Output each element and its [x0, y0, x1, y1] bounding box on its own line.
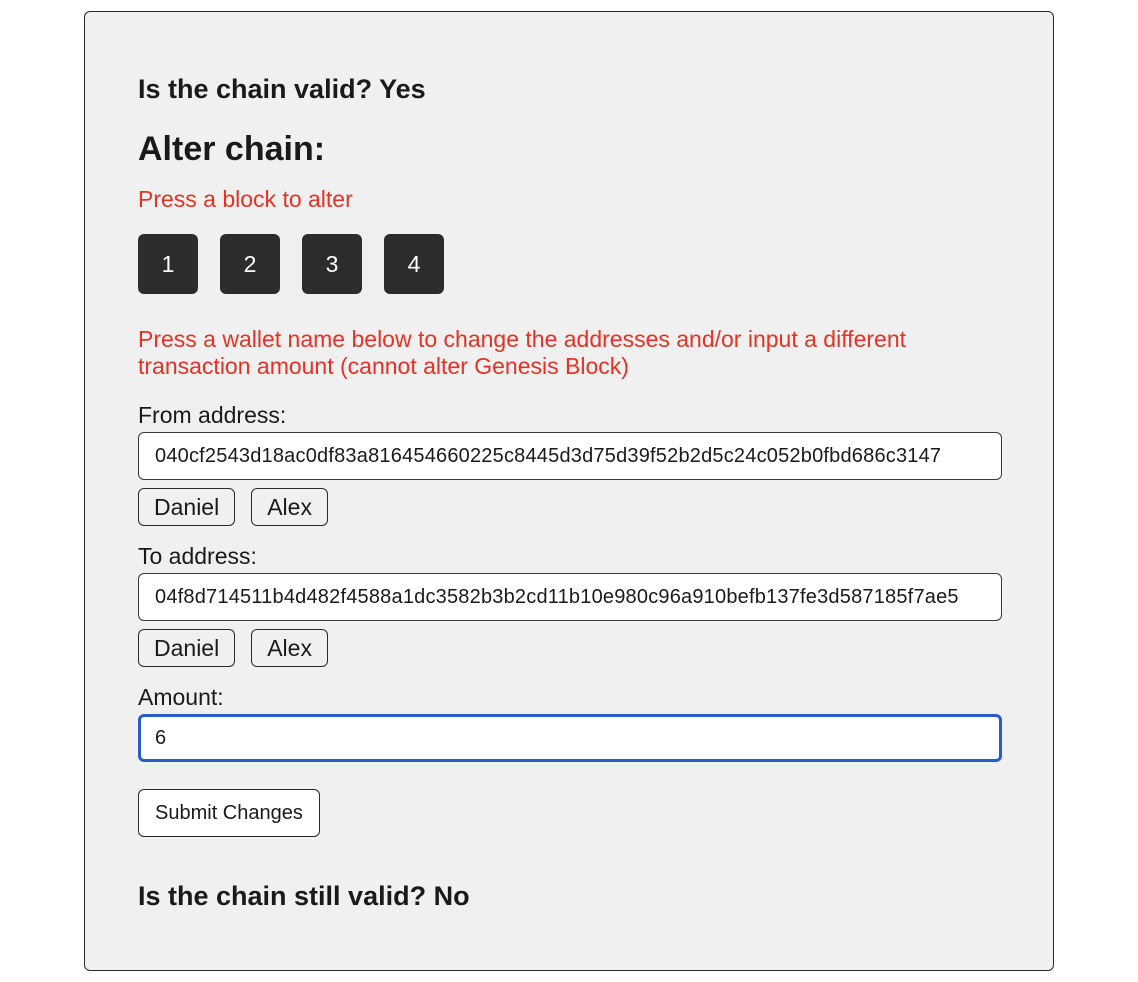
submit-changes-button[interactable]: Submit Changes — [138, 789, 320, 837]
from-wallet-alex-button[interactable]: Alex — [251, 488, 328, 526]
from-address-label: From address: — [138, 402, 287, 428]
to-wallet-buttons: Daniel Alex — [138, 629, 328, 667]
from-wallet-daniel-button[interactable]: Daniel — [138, 488, 236, 526]
block-selector: 1 2 3 4 — [138, 234, 444, 294]
from-address-input[interactable] — [138, 432, 1002, 480]
amount-input[interactable] — [138, 714, 1002, 762]
chain-still-valid-status: Is the chain still valid? No — [138, 881, 470, 911]
block-button-1[interactable]: 1 — [138, 234, 198, 294]
block-hint: Press a block to alter — [138, 186, 353, 212]
alter-chain-title: Alter chain: — [138, 130, 326, 168]
alter-chain-panel: Is the chain valid? Yes Alter chain: Pre… — [84, 11, 1054, 971]
block-button-3[interactable]: 3 — [302, 234, 362, 294]
to-wallet-alex-button[interactable]: Alex — [251, 629, 328, 667]
amount-label: Amount: — [138, 684, 224, 710]
wallet-hint: Press a wallet name below to change the … — [138, 326, 906, 379]
block-button-2[interactable]: 2 — [220, 234, 280, 294]
to-address-label: To address: — [138, 543, 257, 569]
from-wallet-buttons: Daniel Alex — [138, 488, 328, 526]
chain-valid-status: Is the chain valid? Yes — [138, 74, 426, 104]
to-wallet-daniel-button[interactable]: Daniel — [138, 629, 236, 667]
block-button-4[interactable]: 4 — [384, 234, 444, 294]
to-address-input[interactable] — [138, 573, 1002, 621]
